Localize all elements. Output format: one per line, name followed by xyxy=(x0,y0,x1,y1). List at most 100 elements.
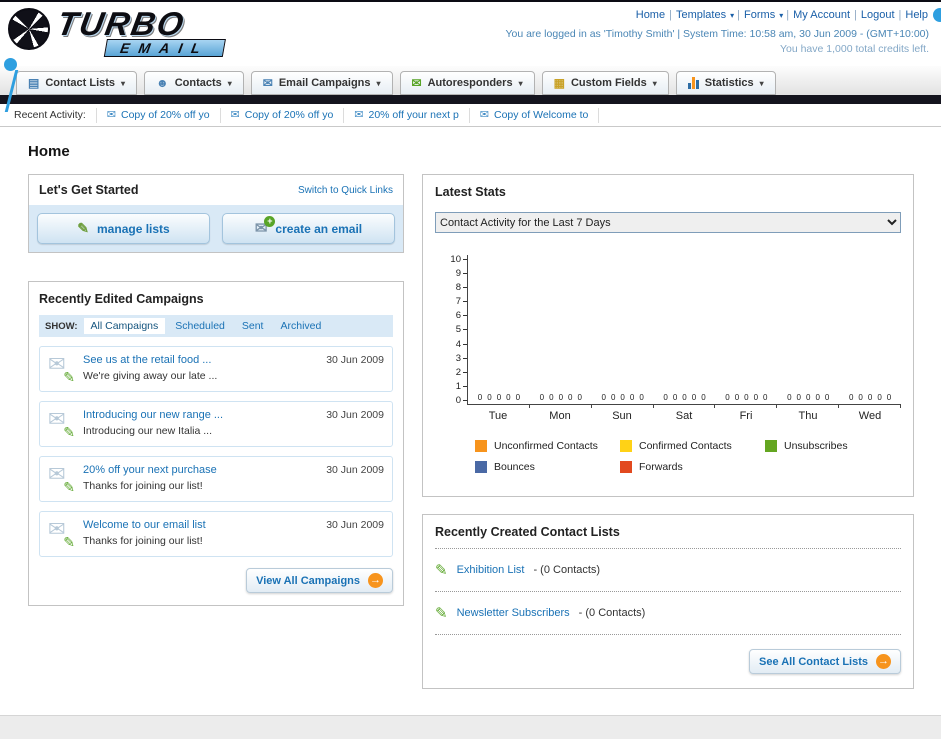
x-axis-label: Sun xyxy=(612,410,632,422)
link-forms[interactable]: Forms xyxy=(744,9,775,21)
campaign-title-link[interactable]: Introducing our new range ... xyxy=(83,409,317,421)
recent-activity-link[interactable]: Copy of Welcome to xyxy=(494,109,588,121)
nav-label: Statistics xyxy=(704,77,754,89)
separator: | xyxy=(854,9,857,21)
nav-contact-lists[interactable]: ▤ Contact Lists ▾ xyxy=(16,71,138,95)
link-help[interactable]: Help xyxy=(905,9,928,21)
x-axis-label: Thu xyxy=(798,410,818,422)
stats-chart: 10 9 8 7 6 5 4 3 2 1 0 000000000000000000000000000… xyxy=(435,254,901,482)
link-my-account[interactable]: My Account xyxy=(793,9,850,21)
chevron-down-icon: ▾ xyxy=(376,78,381,88)
legend-label: Forwards xyxy=(639,461,683,473)
page-title: Home xyxy=(28,143,70,160)
campaign-row: ✉ ✎ Welcome to our email list Thanks for… xyxy=(39,511,393,557)
contact-list-row: ✎ Exhibition List - (0 Contacts) xyxy=(435,556,901,584)
main-content: Home Let's Get Started Switch to Quick L… xyxy=(0,127,941,689)
pencil-icon: ✎ xyxy=(77,220,90,236)
chart-value-labels: 00000 xyxy=(848,393,892,402)
pencil-icon: ✎ xyxy=(63,534,75,550)
x-axis-label: Tue xyxy=(488,410,508,422)
recent-activity-link[interactable]: Copy of 20% off yo xyxy=(121,109,210,121)
tab-all-campaigns[interactable]: All Campaigns xyxy=(83,318,166,334)
campaign-row: ✉ ✎ See us at the retail food ... We're … xyxy=(39,346,393,392)
recent-activity-link[interactable]: 20% off your next p xyxy=(369,109,459,121)
campaign-edit-icon: ✉ ✎ xyxy=(48,354,75,385)
chart-group: 00000 xyxy=(592,255,654,408)
contact-list-link[interactable]: Exhibition List xyxy=(457,564,525,576)
pencil-icon: ✎ xyxy=(435,562,448,579)
page: TURBO EMAIL Home | Templates ▾ | Forms ▾ | My … xyxy=(0,0,941,739)
contact-lists-title: Recently Created Contact Lists xyxy=(435,525,620,539)
nav-email-campaigns[interactable]: ✉ Email Campaigns ▾ xyxy=(250,71,393,95)
campaigns-title: Recently Edited Campaigns xyxy=(39,292,204,306)
x-axis-label: Mon xyxy=(549,410,571,422)
chevron-down-icon: ▾ xyxy=(518,78,523,88)
chart-value-labels: 00000 xyxy=(477,393,521,402)
chart-group: 00000 xyxy=(530,255,592,408)
view-all-campaigns-button[interactable]: View All Campaigns → xyxy=(246,568,393,593)
contacts-icon: ☻ xyxy=(156,76,169,90)
legend-label: Unconfirmed Contacts xyxy=(494,440,598,452)
create-email-button[interactable]: ✉ + create an email xyxy=(222,213,395,244)
nav-statistics[interactable]: Statistics ▾ xyxy=(675,71,776,95)
campaign-date: 30 Jun 2009 xyxy=(326,409,384,421)
login-info: You are logged in as 'Timothy Smith' | S… xyxy=(505,28,929,40)
y-axis-tick: 5 xyxy=(456,324,467,335)
switch-quick-links-link[interactable]: Switch to Quick Links xyxy=(298,185,393,196)
nav-autoresponders[interactable]: ✉ Autoresponders ▾ xyxy=(399,71,535,95)
stats-period-select[interactable]: Contact Activity for the Last 7 Days xyxy=(435,212,901,233)
header-right: Home | Templates ▾ | Forms ▾ | My Account | Logo… xyxy=(505,6,941,66)
statistics-icon xyxy=(687,77,699,89)
campaign-date: 30 Jun 2009 xyxy=(326,519,384,531)
y-axis-tick: 9 xyxy=(456,268,467,279)
campaign-subtitle: Thanks for joining our list! xyxy=(83,480,203,492)
x-axis-label: Sat xyxy=(675,410,693,422)
y-axis-tick: 4 xyxy=(456,339,467,350)
view-all-campaigns-label: View All Campaigns xyxy=(256,574,360,587)
envelope-icon: ✉ xyxy=(479,108,489,121)
chevron-down-icon: ▾ xyxy=(730,11,735,20)
legend-swatch xyxy=(475,440,487,452)
legend-item: Unconfirmed Contacts xyxy=(475,440,620,452)
y-axis-tick: 8 xyxy=(456,282,467,293)
tab-scheduled[interactable]: Scheduled xyxy=(168,318,232,334)
logo-subtitle: EMAIL xyxy=(103,39,226,57)
chevron-down-icon: ▾ xyxy=(652,78,657,88)
recent-activity-label: Recent Activity: xyxy=(14,109,86,121)
nav-contacts[interactable]: ☻ Contacts ▾ xyxy=(144,71,244,95)
campaign-title-link[interactable]: See us at the retail food ... xyxy=(83,354,317,366)
tab-archived[interactable]: Archived xyxy=(273,318,328,334)
campaign-title-link[interactable]: Welcome to our email list xyxy=(83,519,317,531)
recent-activity-item: ✉ Copy of Welcome to xyxy=(470,107,600,123)
legend-item: Forwards xyxy=(620,461,765,473)
link-home[interactable]: Home xyxy=(636,9,665,21)
link-logout[interactable]: Logout xyxy=(861,9,895,21)
y-axis-tick: 2 xyxy=(456,367,467,378)
separator: | xyxy=(898,9,902,21)
contact-list-count: - (0 Contacts) xyxy=(533,564,601,576)
chart-plot-area: 00000 00000 00000 00000 00000 00000 00000 xyxy=(467,255,901,408)
manage-lists-label: manage lists xyxy=(97,221,170,236)
separator: | xyxy=(737,9,741,21)
tab-sent[interactable]: Sent xyxy=(235,318,271,334)
recent-activity-item: ✉ 20% off your next p xyxy=(344,107,470,123)
nav-label: Autoresponders xyxy=(427,77,513,89)
separator: | xyxy=(669,9,672,21)
separator: | xyxy=(786,9,790,21)
app-logo: TURBO EMAIL xyxy=(4,5,308,112)
see-all-contact-lists-label: See All Contact Lists xyxy=(758,655,868,668)
legend-label: Unsubscribes xyxy=(784,440,848,452)
see-all-contact-lists-button[interactable]: See All Contact Lists → xyxy=(748,649,901,674)
chevron-down-icon: ▾ xyxy=(779,11,784,20)
pencil-icon: ✎ xyxy=(63,424,75,440)
legend-swatch xyxy=(475,461,487,473)
nav-custom-fields[interactable]: ▦ Custom Fields ▾ xyxy=(541,71,669,95)
manage-lists-button[interactable]: ✎ manage lists xyxy=(37,213,210,244)
recent-activity-bar: Recent Activity: ✉ Copy of 20% off yo ✉ … xyxy=(0,104,941,127)
recent-activity-link[interactable]: Copy of 20% off yo xyxy=(245,109,334,121)
link-templates[interactable]: Templates xyxy=(676,9,726,21)
campaign-title-link[interactable]: 20% off your next purchase xyxy=(83,464,317,476)
nav-divider-bar xyxy=(0,95,941,104)
contact-list-link[interactable]: Newsletter Subscribers xyxy=(457,607,570,619)
custom-fields-icon: ▦ xyxy=(553,76,565,90)
